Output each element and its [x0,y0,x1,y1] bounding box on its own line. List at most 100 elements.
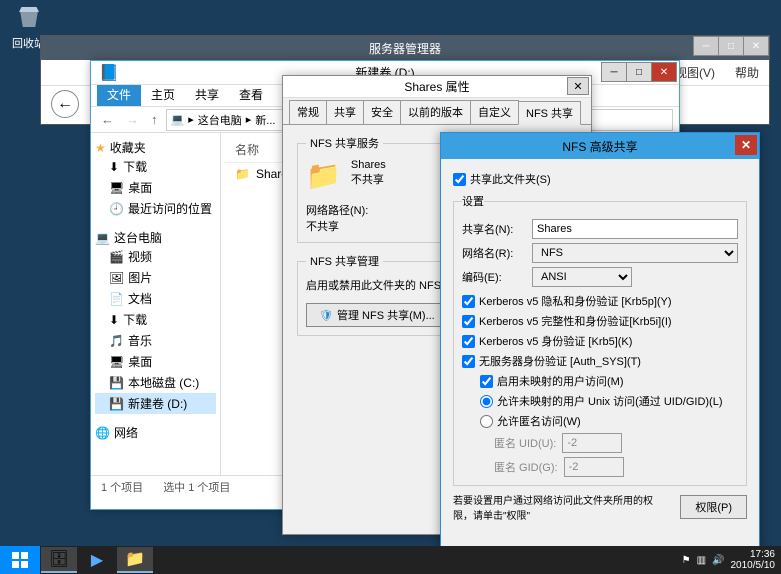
network-icon: 🌐 [95,426,110,440]
sidebar-item-downloads[interactable]: ⬇下载 [95,156,216,177]
properties-title: Shares 属性 [404,78,469,95]
share-checkbox-input[interactable] [453,173,466,186]
taskbar: 🗄 ▶ 📁 ⚑ ▥ 🔊 17:36 2010/5/10 [0,546,781,574]
nfs-services-label: NFS 共享服务 [306,135,383,151]
flag-icon[interactable]: ⚑ [682,555,691,566]
desktop-icon: 🖥 [109,181,124,195]
ribbon-tab-view[interactable]: 查看 [229,83,273,106]
menu-help[interactable]: 帮助 [735,64,759,81]
sidebar-item-downloads2[interactable]: ⬇下载 [95,309,216,330]
recycle-bin-icon [14,2,44,32]
sidebar-favorites[interactable]: ★收藏夹 [95,139,216,156]
sidebar-item-localc[interactable]: 💾本地磁盘 (C:) [95,372,216,393]
permission-note: 若要设置用户通过网络访问此文件夹所用的权限，请单击"权限" [453,492,672,522]
powershell-icon: ▶ [91,550,103,570]
maximize-button[interactable]: □ [718,36,744,56]
tab-custom[interactable]: 自定义 [470,100,519,124]
nfs-advanced-dialog: NFS 高级共享 ✕ 共享此文件夹(S) 设置 共享名(N): 网络名(R): … [440,132,760,552]
close-button[interactable]: ✕ [735,135,757,155]
sidebar-item-recent[interactable]: 🕘最近访问的位置 [95,198,216,219]
video-icon: 🎬 [109,250,124,264]
arrow-left-icon: ← [57,95,73,113]
folder-icon: 📁 [125,549,145,569]
nfs-management-label: NFS 共享管理 [306,253,383,269]
taskbar-servermgr[interactable]: 🗄 [41,547,77,573]
sidebar-item-desktop[interactable]: 🖥桌面 [95,177,216,198]
tab-previous[interactable]: 以前的版本 [400,100,471,124]
system-tray[interactable]: ⚑ ▥ 🔊 17:36 2010/5/10 [676,549,781,571]
close-button[interactable]: ✕ [567,77,589,95]
server-mgr-titlebar[interactable]: 服务器管理器 ─ □ ✕ [41,36,769,60]
drive-icon: 💾 [109,376,124,390]
minimize-button[interactable]: ─ [693,36,719,56]
tab-security[interactable]: 安全 [363,100,401,124]
allow-unix-radio[interactable] [480,395,493,408]
sidebar-network[interactable]: 🌐网络 [95,424,216,441]
drive-icon: 📘 [91,63,119,83]
minimize-button[interactable]: ─ [601,62,627,82]
ribbon-tab-home[interactable]: 主页 [141,83,185,106]
manage-nfs-button[interactable]: 🛡 管理 NFS 共享(M)... [306,303,448,327]
taskbar-powershell[interactable]: ▶ [79,547,115,573]
folder-icon: 📁 [235,167,250,181]
sidebar-item-newvolume[interactable]: 💾新建卷 (D:) [95,393,216,414]
picture-icon: 🖼 [109,271,124,285]
anon-gid-input [564,457,624,477]
settings-label: 设置 [462,193,484,209]
desktop-icon: 🖥 [109,355,124,369]
share-this-folder-checkbox[interactable]: 共享此文件夹(S) [453,169,747,189]
share-folder-name: Shares [351,159,386,171]
sidebar-thispc[interactable]: 💻这台电脑 [95,229,216,246]
net-name-select[interactable]: NFS [532,243,738,263]
sidebar-item-music[interactable]: 🎵音乐 [95,330,216,351]
krb5i-checkbox[interactable] [462,315,475,328]
network-tray-icon[interactable]: ▥ [697,555,706,566]
star-icon: ★ [95,141,106,155]
tab-general[interactable]: 常规 [289,100,327,124]
download-icon: ⬇ [109,160,119,174]
krb5-checkbox[interactable] [462,335,475,348]
tab-nfs[interactable]: NFS 共享 [518,101,581,125]
properties-tabs: 常规 共享 安全 以前的版本 自定义 NFS 共享 [283,98,591,125]
sidebar-item-desktop2[interactable]: 🖥桌面 [95,351,216,372]
authsys-checkbox[interactable] [462,355,475,368]
close-button[interactable]: ✕ [651,62,677,82]
recent-icon: 🕘 [109,202,124,216]
crumb-current[interactable]: 新... [255,112,275,128]
sidebar-item-pictures[interactable]: 🖼图片 [95,267,216,288]
encoding-label: 编码(E): [462,269,532,285]
unmapped-checkbox[interactable] [480,375,493,388]
sidebar-item-documents[interactable]: 📄文档 [95,288,216,309]
folder-icon: 📁 [306,159,341,192]
tab-share[interactable]: 共享 [326,100,364,124]
share-name-label: 共享名(N): [462,221,532,237]
maximize-button[interactable]: □ [626,62,652,82]
computer-icon: 💻 [171,113,185,126]
drive-icon: 💾 [109,397,124,411]
anon-uid-label: 匿名 UID(U): [494,435,556,451]
explorer-sidebar: ★收藏夹 ⬇下载 🖥桌面 🕘最近访问的位置 💻这台电脑 🎬视频 🖼图片 📄文档 … [91,133,221,475]
share-name-input[interactable] [532,219,738,239]
nav-up-icon[interactable]: ↑ [147,110,162,129]
crumb-thispc[interactable]: 这台电脑 [198,112,242,128]
back-button[interactable]: ← [51,90,79,118]
menu-view[interactable]: 视图(V) [675,64,715,81]
nfs-adv-title: NFS 高级共享 [562,138,637,155]
nav-back-icon[interactable]: ← [97,110,118,129]
allow-anon-radio[interactable] [480,415,493,428]
server-icon: 🗄 [49,549,69,569]
ribbon-tab-file[interactable]: 文件 [97,83,141,106]
krb5p-checkbox[interactable] [462,295,475,308]
status-count: 1 个项目 [101,479,143,495]
nav-forward-icon[interactable]: → [122,110,143,129]
permissions-button[interactable]: 权限(P) [680,495,747,519]
sound-icon[interactable]: 🔊 [712,555,724,566]
sidebar-item-videos[interactable]: 🎬视频 [95,246,216,267]
close-button[interactable]: ✕ [743,36,769,56]
computer-icon: 💻 [95,231,110,245]
clock[interactable]: 17:36 2010/5/10 [731,549,776,571]
encoding-select[interactable]: ANSI [532,267,632,287]
ribbon-tab-share[interactable]: 共享 [185,83,229,106]
taskbar-explorer[interactable]: 📁 [117,547,153,573]
start-button[interactable] [0,546,40,574]
